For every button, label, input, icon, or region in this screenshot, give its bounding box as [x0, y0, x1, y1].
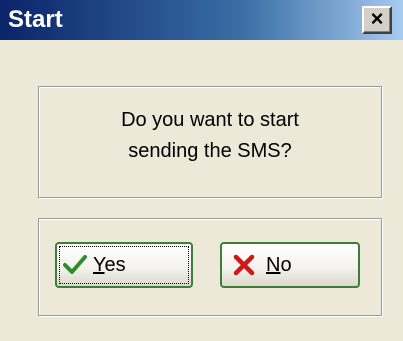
- close-button[interactable]: ×: [362, 6, 392, 34]
- start-dialog: Start × Do you want to start sending the…: [0, 0, 403, 341]
- close-icon: ×: [370, 6, 384, 31]
- yes-button[interactable]: Yes: [55, 242, 193, 288]
- cross-icon: [233, 254, 255, 276]
- message-line-2: sending the SMS?: [128, 140, 292, 162]
- no-button[interactable]: No: [220, 242, 360, 288]
- no-button-label: No: [266, 254, 292, 276]
- message-panel: Do you want to start sending the SMS?: [38, 86, 382, 198]
- yes-button-label: Yes: [93, 254, 126, 276]
- confirmation-message: Do you want to start sending the SMS?: [39, 105, 381, 167]
- title-bar[interactable]: Start ×: [0, 0, 403, 40]
- window-title: Start: [8, 6, 63, 33]
- message-line-1: Do you want to start: [121, 109, 299, 131]
- checkmark-icon: [63, 255, 87, 274]
